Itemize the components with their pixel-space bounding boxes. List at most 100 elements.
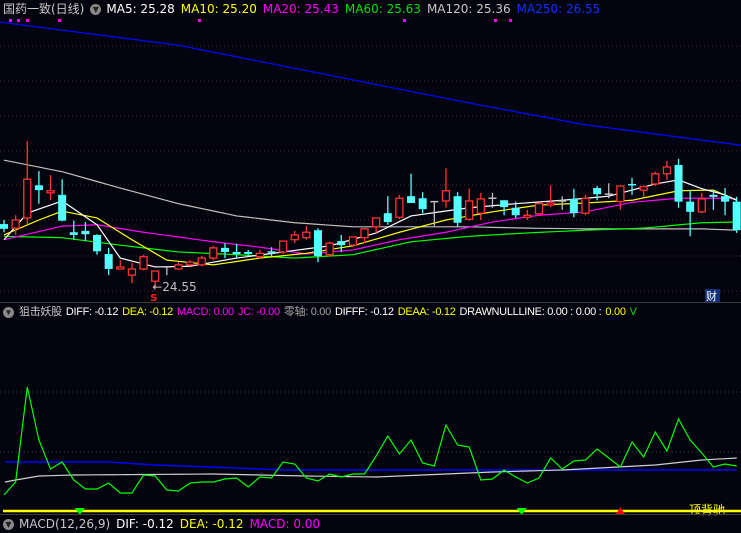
drawnull-value: DRAWNULLLINE: 0.00 : 0.00 : [459, 306, 602, 318]
candle-body-down [453, 196, 462, 223]
chevron-down-icon[interactable]: ▼ [90, 4, 102, 15]
macd-dea: DEA: -0.12 [179, 517, 244, 531]
candle-body-down [418, 198, 427, 210]
candle-body-up [651, 173, 660, 185]
candle-body-down [686, 201, 695, 212]
candle-body-up [23, 178, 32, 219]
ma-legend-bar: 国药一致(日线) ▼ MA5: 25.28 MA10: 25.20 MA20: … [3, 1, 606, 18]
difff-value: DIFFF: -0.12 [334, 306, 394, 318]
candle-body-up [581, 197, 590, 214]
candle-body-down [709, 194, 718, 197]
candle-body-down [34, 185, 43, 191]
candle-body-down [81, 230, 90, 235]
signal-dot [198, 19, 201, 22]
candle-body-up [372, 217, 381, 228]
last-value: 0.00 [605, 306, 626, 318]
chevron-down-icon[interactable]: ▼ [3, 519, 14, 530]
macd-dif: DIF: -0.12 [116, 517, 174, 531]
macd-legend-bar: ▼ MACD(12,26,9) DIF: -0.12 DEA: -0.12 MA… [3, 516, 326, 533]
ma20-line [3, 197, 737, 255]
ma5-value: MA5: 25.28 [106, 2, 175, 16]
candle-body-down [674, 164, 683, 202]
candle-body-down [628, 183, 637, 186]
candle-body-down [569, 198, 578, 214]
pane-divider [0, 514, 741, 515]
candle-body-down [383, 213, 392, 223]
ma120-value: MA120: 25.36 [426, 2, 511, 16]
candle-body-down [220, 247, 229, 252]
candle-body-up [325, 242, 334, 256]
candle-body-up [546, 202, 555, 206]
candle-body-up [139, 256, 148, 270]
candle-body-down [104, 254, 113, 269]
candle-body-up [616, 185, 625, 203]
signal-dot [58, 19, 61, 22]
indicator-legend-bar: ▼ 狙击妖股 DIFF: -0.12 DEA: -0.12 MACD: 0.00… [3, 304, 637, 321]
candle-body-up [360, 228, 369, 239]
candle-body-down [58, 194, 67, 221]
candle-body-flat [488, 197, 497, 199]
candle-body-up [11, 219, 20, 229]
signal-dot [509, 19, 512, 22]
candle-body-down [244, 251, 253, 254]
candle-body-down [69, 232, 78, 235]
dea-value: DEA: -0.12 [122, 306, 173, 318]
candle-body-up [127, 268, 137, 276]
candle-body-flat [558, 200, 567, 202]
ma5-line [3, 179, 737, 268]
ma120-line [3, 159, 737, 231]
candle-body-down [721, 196, 730, 202]
jc-value: JC: -0.00 [237, 306, 280, 318]
candle-body-down [732, 201, 741, 231]
candle-body-up [46, 190, 55, 194]
zero-axis-value: 零轴: 0.00 [283, 306, 331, 318]
cut-value: V [629, 306, 637, 318]
ma10-value: MA10: 25.20 [180, 2, 257, 16]
candle-body-down [314, 230, 323, 257]
finance-mark: 财 [706, 289, 717, 303]
pane-divider [0, 302, 741, 303]
candle-body-down [407, 196, 416, 203]
ma20-value: MA20: 25.43 [262, 2, 339, 16]
low-price-label: ←24.55 [152, 280, 196, 294]
candle-body-down [511, 207, 520, 216]
ma250-line [0, 21, 741, 146]
ma250-value: MA250: 26.55 [516, 2, 601, 16]
signal-dot [17, 19, 20, 22]
signal-dot [403, 19, 406, 22]
indicator-name[interactable]: 狙击妖股 [19, 304, 62, 321]
candle-body-up [185, 261, 195, 266]
candle-body-up [395, 197, 404, 218]
candle-body-up [476, 198, 485, 214]
ma60-value: MA60: 25.63 [344, 2, 421, 16]
candle-body-up [116, 266, 125, 270]
price-chart[interactable]: ←24.55S 财顶背驰 [0, 0, 741, 524]
candle-body-up [639, 186, 648, 191]
stock-title: 国药一致(日线) [3, 2, 85, 16]
candle-body-up [465, 200, 474, 220]
candle-body-down [337, 241, 346, 246]
signal-dot [9, 19, 12, 22]
candle-body-down [0, 224, 8, 229]
candle-body-up [290, 234, 299, 241]
macd-name[interactable]: MACD(12,26,9) [19, 516, 110, 533]
candle-body-up [255, 252, 265, 258]
candle-body-up [697, 198, 706, 213]
candle-body-flat [430, 200, 439, 203]
diff-value: DIFF: -0.12 [65, 306, 119, 318]
candle-body-up [174, 264, 183, 270]
indicator-green-line [3, 386, 737, 496]
candle-body-up [209, 247, 218, 259]
candle-body-up [348, 236, 358, 246]
deaa-value: DEAA: -0.12 [397, 306, 456, 318]
candle-body-down [593, 188, 602, 195]
candle-body-up [278, 240, 288, 253]
signal-dot [494, 19, 497, 22]
macd-macd: MACD: 0.00 [249, 517, 321, 531]
chevron-down-icon[interactable]: ▼ [3, 307, 14, 318]
candle-body-flat [604, 193, 613, 195]
candle-body-down [93, 234, 102, 252]
candle-body-up [662, 166, 672, 175]
candle-body-up [302, 231, 311, 239]
signal-dot [26, 19, 29, 22]
